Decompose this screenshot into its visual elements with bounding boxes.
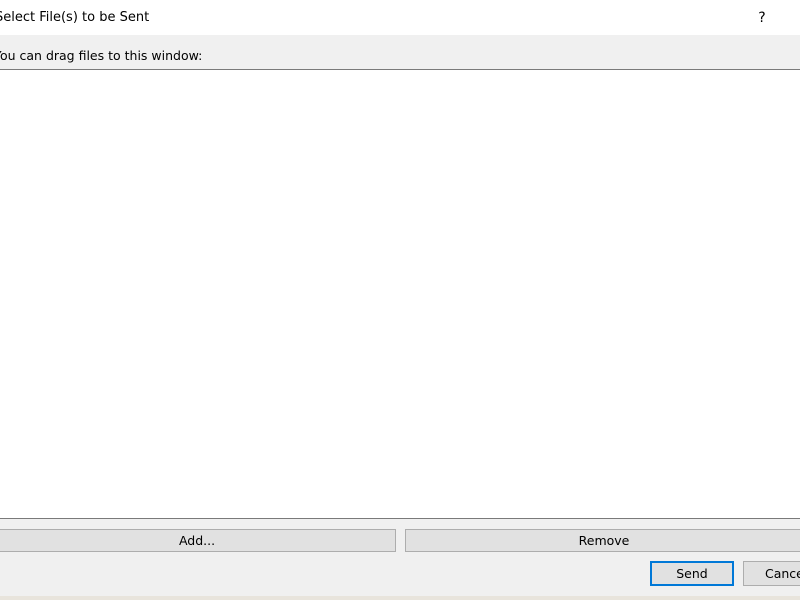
file-drop-list[interactable] <box>0 69 800 519</box>
remove-button[interactable]: Remove <box>405 529 800 552</box>
drag-hint-label: You can drag files to this window: <box>0 48 203 63</box>
select-files-dialog: Select File(s) to be Sent ? You can drag… <box>0 0 800 600</box>
help-button[interactable]: ? <box>740 4 784 32</box>
add-button[interactable]: Add... <box>0 529 396 552</box>
dialog-title: Select File(s) to be Sent <box>0 10 150 25</box>
send-button[interactable]: Send <box>650 561 734 586</box>
help-icon: ? <box>758 10 766 26</box>
window-bottom-edge <box>0 596 800 600</box>
title-bar: Select File(s) to be Sent ? <box>0 0 800 35</box>
cancel-button[interactable]: Cancel <box>743 561 800 586</box>
